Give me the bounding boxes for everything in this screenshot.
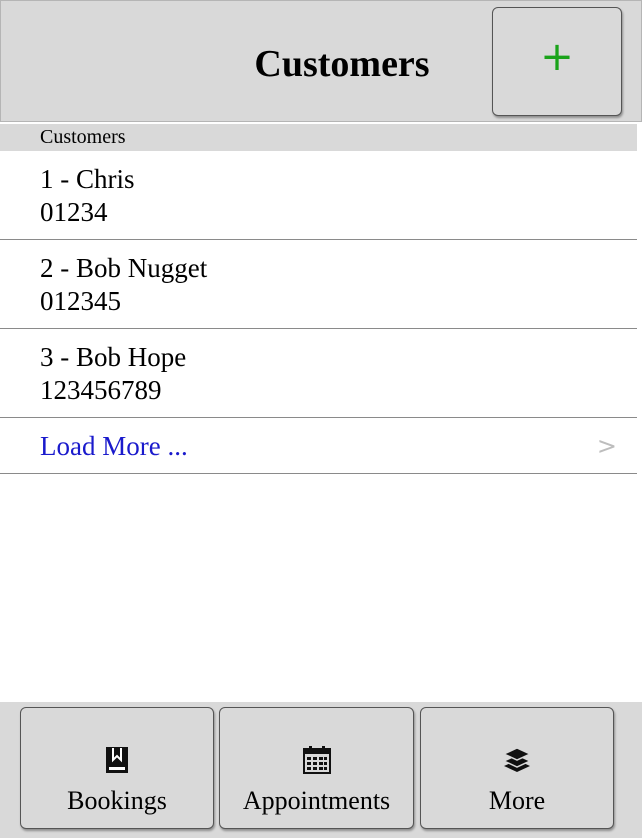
- customer-phone: 123456789: [40, 375, 162, 405]
- customer-name: 3 - Bob Hope: [40, 342, 187, 372]
- list-item[interactable]: 1 - Chris 01234: [0, 151, 637, 240]
- tab-label: Bookings: [67, 786, 167, 815]
- chevron-right-icon: >: [596, 432, 617, 460]
- customer-name: 2 - Bob Nugget: [40, 253, 208, 283]
- calendar-icon: [220, 746, 413, 776]
- customer-list: 1 - Chris 01234 2 - Bob Nugget 012345 3 …: [0, 151, 637, 474]
- tab-label: More: [488, 786, 546, 815]
- tab-bookings[interactable]: Bookings: [20, 707, 214, 829]
- bottom-tab-bar: Bookings Appointments More: [0, 702, 642, 838]
- tab-appointments[interactable]: Appointments: [219, 707, 414, 829]
- customer-name: 1 - Chris: [40, 164, 135, 194]
- layers-icon: [421, 746, 613, 776]
- customer-phone: 012345: [40, 286, 121, 316]
- list-item[interactable]: 3 - Bob Hope 123456789: [0, 329, 637, 418]
- tab-more[interactable]: More: [420, 707, 614, 829]
- list-section-header: Customers: [0, 124, 637, 151]
- book-icon: [21, 746, 213, 776]
- load-more-link[interactable]: Load More ... >: [0, 418, 637, 474]
- list-item[interactable]: 2 - Bob Nugget 012345: [0, 240, 637, 329]
- customer-phone: 01234: [40, 197, 108, 227]
- tab-label: Appointments: [242, 786, 391, 815]
- navigation-bar: Customers +: [0, 0, 642, 122]
- add-customer-button[interactable]: +: [492, 7, 622, 116]
- load-more-label: Load More ...: [40, 431, 188, 461]
